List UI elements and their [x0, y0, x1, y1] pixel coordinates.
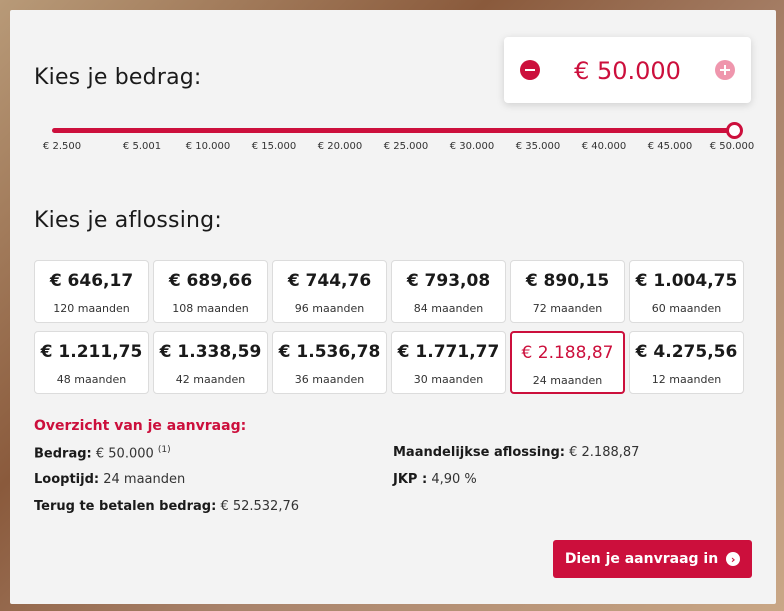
- term-monthly-amount: € 1.536,78: [278, 342, 381, 362]
- term-months: 96 maanden: [294, 302, 365, 315]
- slider-tick: € 30.000: [449, 141, 495, 152]
- term-months: 24 maanden: [532, 374, 603, 387]
- term-monthly-amount: € 4.275,56: [635, 342, 738, 362]
- term-monthly-amount: € 1.338,59: [159, 342, 262, 362]
- term-option[interactable]: € 890,15 72 maanden: [510, 260, 625, 323]
- overview-amount-value: € 50.000: [95, 446, 154, 462]
- term-monthly-amount: € 2.188,87: [521, 343, 614, 363]
- term-monthly-amount: € 793,08: [406, 271, 491, 291]
- term-months: 72 maanden: [532, 302, 603, 315]
- overview-jkp: JKP : 4,90 %: [393, 472, 477, 487]
- amount-value[interactable]: € 50.000: [544, 57, 711, 85]
- amount-slider-thumb[interactable]: [726, 122, 743, 139]
- submit-label: Dien je aanvraag in: [564, 551, 719, 567]
- term-option[interactable]: € 646,17 120 maanden: [34, 260, 149, 323]
- term-months: 30 maanden: [413, 373, 484, 386]
- term-months: 108 maanden: [172, 302, 249, 315]
- slider-tick: € 45.000: [647, 141, 693, 152]
- term-months: 120 maanden: [53, 302, 130, 315]
- term-option[interactable]: € 793,08 84 maanden: [391, 260, 506, 323]
- term-months: 60 maanden: [651, 302, 722, 315]
- term-option[interactable]: € 1.211,75 48 maanden: [34, 331, 149, 394]
- chevron-right-circle-icon: ›: [726, 552, 741, 566]
- term-option[interactable]: € 689,66 108 maanden: [153, 260, 268, 323]
- term-monthly-amount: € 1.771,77: [397, 342, 500, 362]
- overview-jkp-value: 4,90 %: [431, 472, 477, 487]
- overview-monthly-label: Maandelijkse aflossing:: [393, 445, 565, 460]
- overview-jkp-label: JKP :: [393, 472, 428, 487]
- overview-total-label: Terug te betalen bedrag:: [34, 499, 217, 514]
- overview-term-value: 24 maanden: [103, 472, 186, 487]
- footnote-marker[interactable]: (1): [158, 445, 171, 455]
- term-monthly-amount: € 646,17: [49, 271, 134, 291]
- overview-title: Overzicht van je aanvraag:: [34, 418, 247, 434]
- term-option[interactable]: € 744,76 96 maanden: [272, 260, 387, 323]
- term-option-selected[interactable]: € 2.188,87 24 maanden: [510, 331, 625, 394]
- term-monthly-amount: € 1.211,75: [40, 342, 143, 362]
- term-months: 42 maanden: [175, 373, 246, 386]
- overview-total-value: € 52.532,76: [220, 499, 300, 514]
- term-monthly-amount: € 744,76: [287, 271, 372, 291]
- term-monthly-amount: € 890,15: [525, 271, 610, 291]
- term-option[interactable]: € 1.004,75 60 maanden: [629, 260, 744, 323]
- minus-icon: [525, 69, 535, 71]
- term-months: 84 maanden: [413, 302, 484, 315]
- slider-tick: € 20.000: [317, 141, 363, 152]
- overview-amount-label: Bedrag:: [34, 446, 92, 462]
- overview-term-label: Looptijd:: [34, 472, 100, 487]
- term-months: 48 maanden: [56, 373, 127, 386]
- plus-icon-vertical: [724, 65, 726, 75]
- overview-amount: Bedrag: € 50.000 (1): [34, 445, 171, 461]
- decrease-amount-button[interactable]: [520, 60, 540, 80]
- amount-heading: Kies je bedrag:: [34, 65, 202, 90]
- term-option[interactable]: € 1.536,78 36 maanden: [272, 331, 387, 394]
- loan-calculator-panel: Kies je bedrag: € 50.000 € 2.500 € 5.001…: [10, 10, 776, 604]
- term-months: 36 maanden: [294, 373, 365, 386]
- slider-tick: € 10.000: [185, 141, 231, 152]
- term-months: 12 maanden: [651, 373, 722, 386]
- slider-tick: € 40.000: [581, 141, 627, 152]
- term-monthly-amount: € 689,66: [168, 271, 253, 291]
- amount-slider-ticks: € 2.500 € 5.001 € 10.000 € 15.000 € 20.0…: [10, 141, 776, 155]
- term-monthly-amount: € 1.004,75: [635, 271, 738, 291]
- term-option[interactable]: € 1.771,77 30 maanden: [391, 331, 506, 394]
- amount-slider-track[interactable]: [52, 128, 736, 133]
- term-heading: Kies je aflossing:: [34, 208, 222, 233]
- overview-total: Terug te betalen bedrag: € 52.532,76: [34, 499, 299, 514]
- slider-tick: € 15.000: [251, 141, 297, 152]
- slider-tick: € 25.000: [383, 141, 429, 152]
- slider-tick: € 5.001: [122, 141, 162, 152]
- increase-amount-button[interactable]: [715, 60, 735, 80]
- slider-tick: € 2.500: [42, 141, 82, 152]
- submit-application-button[interactable]: Dien je aanvraag in ›: [553, 540, 752, 578]
- overview-term: Looptijd: 24 maanden: [34, 472, 185, 487]
- term-option[interactable]: € 1.338,59 42 maanden: [153, 331, 268, 394]
- slider-tick: € 35.000: [515, 141, 561, 152]
- overview-monthly: Maandelijkse aflossing: € 2.188,87: [393, 445, 639, 460]
- amount-stepper: € 50.000: [504, 37, 751, 103]
- overview-monthly-value: € 2.188,87: [569, 445, 640, 460]
- term-option[interactable]: € 4.275,56 12 maanden: [629, 331, 744, 394]
- slider-tick: € 50.000: [709, 141, 755, 152]
